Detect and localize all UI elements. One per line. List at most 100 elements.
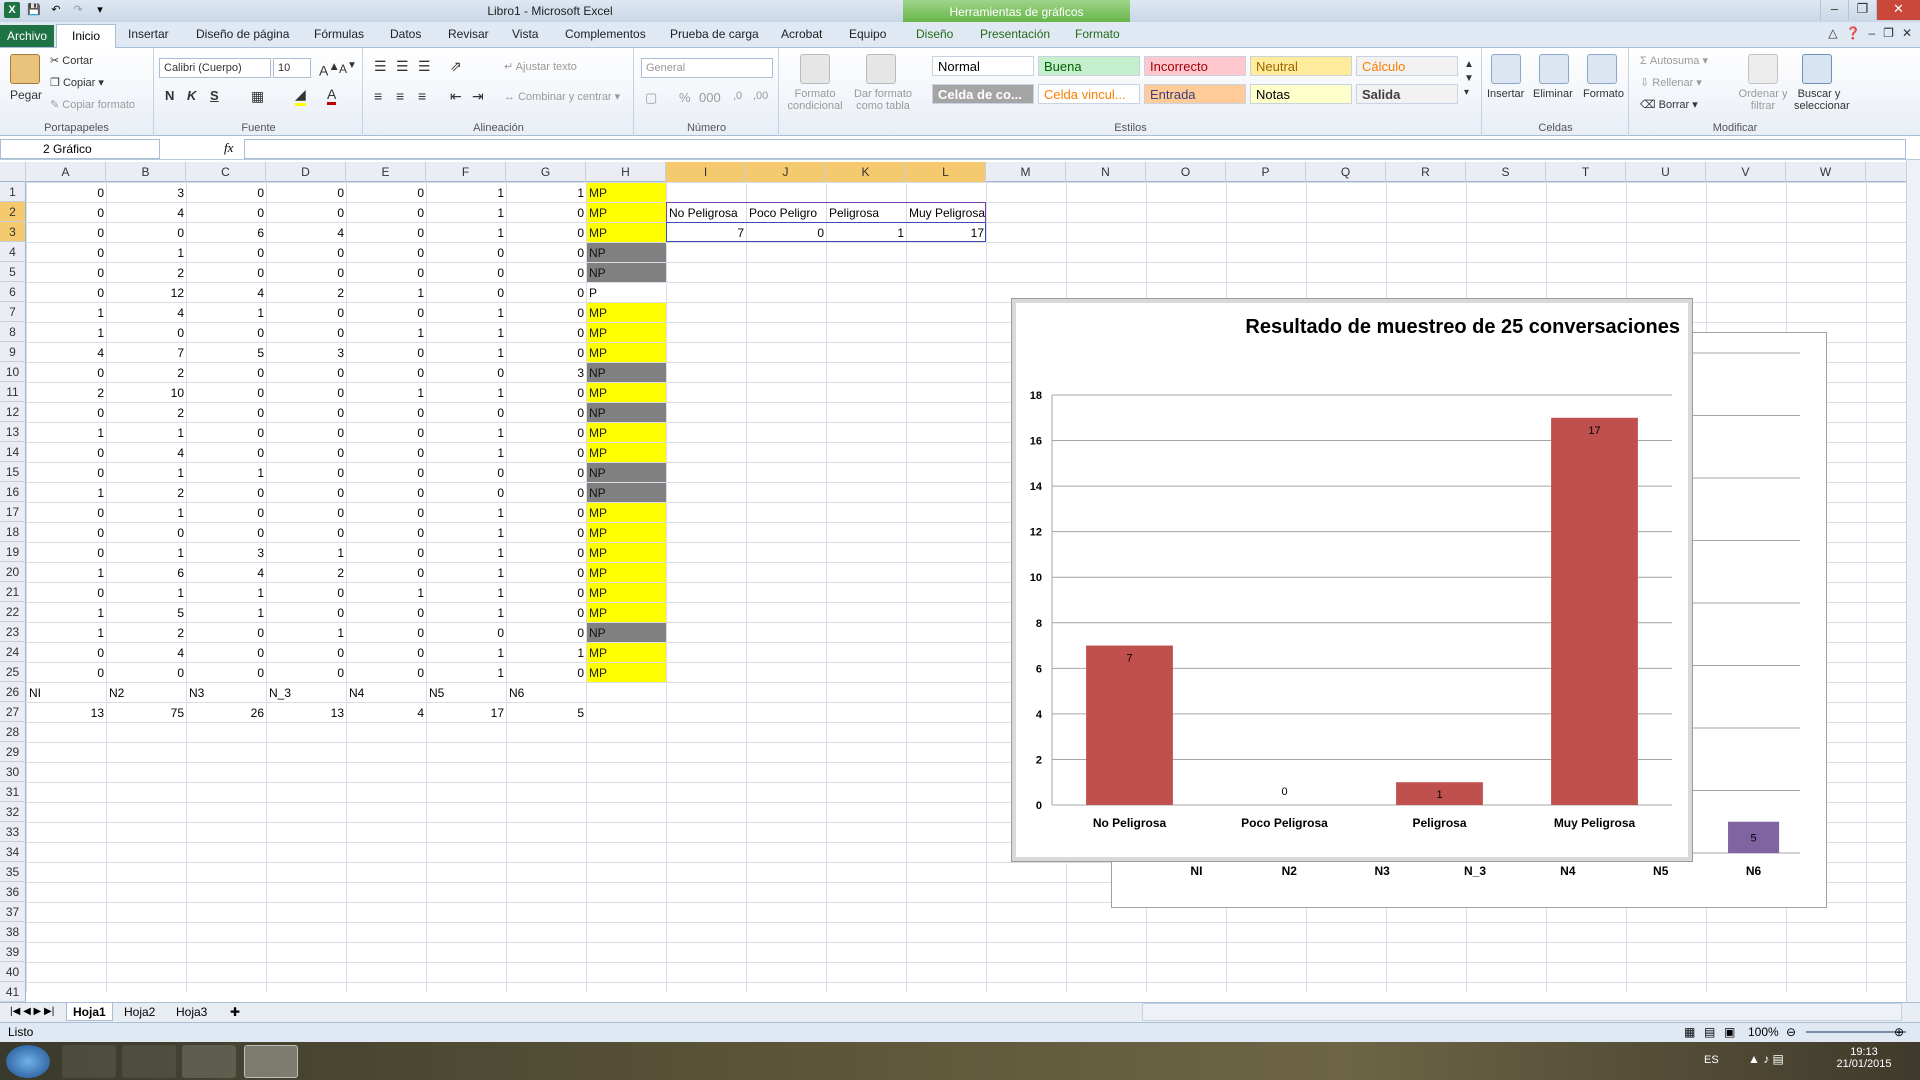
row-header-10[interactable]: 10 — [0, 362, 26, 382]
data-cell[interactable]: 0 — [27, 543, 106, 562]
data-cell[interactable]: 4 — [27, 343, 106, 362]
merge-center-button[interactable]: ↔ Combinar y centrar ▾ — [504, 90, 620, 103]
conditional-format-button[interactable]: Formato condicional — [784, 88, 846, 112]
tab-equipo[interactable]: Equipo — [849, 27, 886, 41]
row-header-8[interactable]: 8 — [0, 322, 26, 342]
row-header-28[interactable]: 28 — [0, 722, 26, 742]
data-cell[interactable]: 0 — [267, 183, 346, 202]
italic-button[interactable]: K — [187, 88, 196, 103]
data-cell[interactable]: 0 — [507, 203, 586, 222]
data-cell[interactable]: 0 — [107, 523, 186, 542]
copy-button[interactable]: ❐ Copiar ▾ — [50, 76, 104, 89]
row-header-39[interactable]: 39 — [0, 942, 26, 962]
data-cell[interactable]: 0 — [107, 663, 186, 682]
close-icon[interactable]: ✕ — [1876, 0, 1920, 20]
column-header-p[interactable]: P — [1226, 162, 1306, 182]
data-cell[interactable]: 0 — [267, 423, 346, 442]
font-size-select[interactable]: 10 — [273, 58, 311, 78]
data-cell[interactable]: 0 — [427, 243, 506, 262]
data-cell[interactable]: 0 — [507, 603, 586, 622]
row-header-32[interactable]: 32 — [0, 802, 26, 822]
row-header-14[interactable]: 14 — [0, 442, 26, 462]
data-cell[interactable]: 0 — [187, 183, 266, 202]
row-header-26[interactable]: 26 — [0, 682, 26, 702]
explorer-icon[interactable] — [62, 1045, 116, 1078]
column-header-w[interactable]: W — [1786, 162, 1866, 182]
column-header-d[interactable]: D — [266, 162, 346, 182]
align-top-icon[interactable]: ☰ — [374, 58, 387, 75]
data-cell[interactable]: 1 — [27, 483, 106, 502]
data-cell[interactable]: 1 — [187, 463, 266, 482]
excel-taskbar-icon[interactable] — [244, 1045, 298, 1078]
data-cell[interactable]: 1 — [427, 563, 506, 582]
sheet-tab-hoja3[interactable]: Hoja3 — [170, 1003, 213, 1021]
category-cell[interactable]: MP — [587, 443, 666, 462]
style-calculo[interactable]: Cálculo — [1356, 56, 1458, 76]
level-label-cell[interactable]: N_3 — [267, 683, 346, 702]
data-cell[interactable]: 1 — [347, 583, 426, 602]
row-header-22[interactable]: 22 — [0, 602, 26, 622]
data-cell[interactable]: 0 — [507, 623, 586, 642]
tab-complementos[interactable]: Complementos — [565, 27, 646, 41]
zoom-level[interactable]: 100% — [1748, 1023, 1779, 1041]
data-cell[interactable]: 0 — [507, 303, 586, 322]
row-header-1[interactable]: 1 — [0, 182, 26, 202]
data-cell[interactable]: 0 — [507, 463, 586, 482]
data-cell[interactable]: 0 — [347, 543, 426, 562]
data-cell[interactable]: 3 — [187, 543, 266, 562]
data-cell[interactable]: 0 — [267, 203, 346, 222]
tab-diseno-pagina[interactable]: Diseño de página — [196, 27, 289, 41]
row-header-29[interactable]: 29 — [0, 742, 26, 762]
data-cell[interactable]: 1 — [427, 203, 506, 222]
data-cell[interactable]: 0 — [507, 483, 586, 502]
insert-cells-icon[interactable] — [1491, 54, 1521, 84]
data-cell[interactable]: 0 — [267, 323, 346, 342]
format-cells-button[interactable]: Formato — [1583, 88, 1624, 100]
data-cell[interactable]: 1 — [107, 583, 186, 602]
tray-icons[interactable]: ▲ ♪ ▤ — [1748, 1052, 1784, 1066]
data-cell[interactable]: 5 — [107, 603, 186, 622]
row-header-21[interactable]: 21 — [0, 582, 26, 602]
data-cell[interactable]: 0 — [347, 623, 426, 642]
sheet-nav-icon[interactable]: |◀ ◀ ▶ ▶| — [4, 1003, 60, 1021]
chrome-icon[interactable] — [122, 1045, 176, 1078]
category-cell[interactable]: NP — [587, 403, 666, 422]
data-cell[interactable]: 1 — [267, 623, 346, 642]
new-sheet-icon[interactable]: ✚ — [224, 1003, 246, 1021]
data-cell[interactable]: 0 — [507, 283, 586, 302]
column-header-t[interactable]: T — [1546, 162, 1626, 182]
row-header-20[interactable]: 20 — [0, 562, 26, 582]
vertical-scrollbar[interactable] — [1906, 160, 1920, 1012]
data-cell[interactable]: 0 — [507, 263, 586, 282]
view-normal-icon[interactable]: ▦ — [1684, 1023, 1695, 1041]
doc-minimize-icon[interactable]: – — [1868, 26, 1875, 40]
total-cell[interactable]: 17 — [427, 703, 506, 722]
data-cell[interactable]: 0 — [427, 463, 506, 482]
category-cell[interactable]: P — [587, 283, 666, 302]
borders-icon[interactable]: ▦ — [251, 88, 264, 105]
data-cell[interactable]: 0 — [267, 503, 346, 522]
data-cell[interactable]: 4 — [107, 643, 186, 662]
row-header-25[interactable]: 25 — [0, 662, 26, 682]
data-cell[interactable]: 0 — [27, 523, 106, 542]
conditional-format-icon[interactable] — [800, 54, 830, 84]
style-neutral[interactable]: Neutral — [1250, 56, 1352, 76]
data-cell[interactable]: 1 — [27, 423, 106, 442]
total-cell[interactable]: 13 — [27, 703, 106, 722]
total-cell[interactable]: 75 — [107, 703, 186, 722]
category-cell[interactable]: NP — [587, 623, 666, 642]
language-indicator[interactable]: ES — [1704, 1054, 1719, 1066]
row-header-6[interactable]: 6 — [0, 282, 26, 302]
style-celda-vinculada[interactable]: Celda vincul... — [1038, 84, 1140, 104]
data-cell[interactable]: 1 — [267, 543, 346, 562]
data-cell[interactable]: 0 — [187, 523, 266, 542]
row-header-13[interactable]: 13 — [0, 422, 26, 442]
data-cell[interactable]: 0 — [187, 663, 266, 682]
data-cell[interactable]: 1 — [507, 183, 586, 202]
row-header-31[interactable]: 31 — [0, 782, 26, 802]
column-header-o[interactable]: O — [1146, 162, 1226, 182]
row-header-35[interactable]: 35 — [0, 862, 26, 882]
data-cell[interactable]: 1 — [427, 543, 506, 562]
row-header-23[interactable]: 23 — [0, 622, 26, 642]
row-header-34[interactable]: 34 — [0, 842, 26, 862]
